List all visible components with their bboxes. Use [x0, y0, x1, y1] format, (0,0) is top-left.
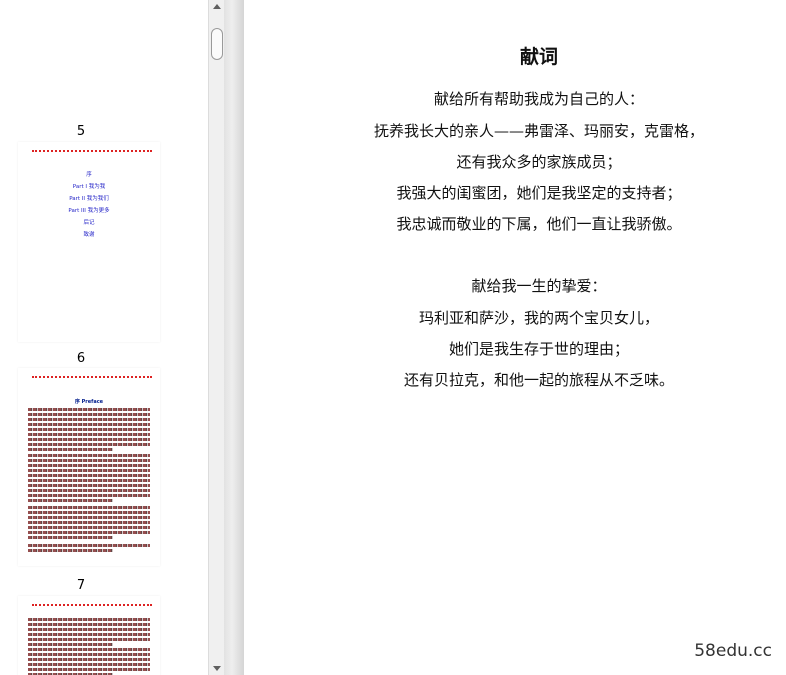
- thumbnail-text-line: [28, 408, 150, 411]
- dedication-line: 玛利亚和萨沙，我的两个宝贝女儿，: [418, 309, 659, 327]
- thumbnail-page-number: 6: [76, 351, 86, 366]
- thumbnail-text-line: [28, 648, 150, 651]
- thumbnail-text-line: [28, 433, 150, 436]
- dedication-line: 还有贝拉克，和他一起的旅程从不乏味。: [403, 371, 674, 389]
- thumbnail-text-line: [28, 428, 150, 431]
- thumbnail-text-line: [28, 668, 150, 671]
- thumbnail-text-line: [28, 521, 150, 524]
- toc-entry[interactable]: 序: [18, 172, 160, 179]
- thumbnail-text-line: [28, 549, 114, 552]
- text-block: [28, 618, 150, 648]
- thumbnail-text-line: [28, 469, 150, 472]
- page-title: 献词: [519, 46, 558, 68]
- dedication-line: 她们是我生存于世的理由；: [448, 340, 629, 358]
- thumbnail-text-line: [28, 438, 150, 441]
- header-rule: [32, 150, 152, 152]
- dedication-line: 我忠诚而敬业的下属，他们一直让我骄傲。: [396, 215, 682, 233]
- thumbnail-text-line: [28, 623, 150, 626]
- thumbnail-text-line: [28, 628, 150, 631]
- thumbnail-text-line: [28, 633, 150, 636]
- thumbnail-text-line: [28, 479, 150, 482]
- thumbnail-page-7[interactable]: [18, 596, 160, 675]
- thumbnail-text-line: [28, 516, 150, 519]
- thumbnail-text-line: [28, 531, 150, 534]
- header-rule: [32, 376, 152, 378]
- thumbnail-text-line: [28, 489, 150, 492]
- panel-splitter[interactable]: [224, 0, 244, 675]
- dedication-line: 还有我众多的家族成员；: [456, 153, 622, 171]
- thumbnail-text-line: [28, 418, 150, 421]
- thumbnail-text-line: [28, 536, 114, 539]
- dedication-line: 我强大的闺蜜团，她们是我坚定的支持者；: [396, 184, 682, 202]
- text-block: [28, 648, 150, 675]
- thumbnail-text-line: [28, 413, 150, 416]
- dedication-line: 献给所有帮助我成为自己的人：: [433, 90, 644, 108]
- toc-entry[interactable]: Part III 我为更多: [18, 208, 160, 215]
- thumbnail-text-line: [28, 443, 150, 446]
- thumbnail-text-line: [28, 423, 150, 426]
- thumbnail-text-line: [28, 618, 150, 621]
- document-page: 献词 献给所有帮助我成为自己的人： 抚养我长大的亲人——弗雷泽、玛丽安，克雷格，…: [244, 0, 786, 675]
- toc-entry[interactable]: 后记: [18, 220, 160, 227]
- thumbnail-text-line: [28, 474, 150, 477]
- text-block: [28, 506, 150, 541]
- thumbnail-text-line: [28, 638, 150, 641]
- thumbnail-text-line: [28, 544, 150, 547]
- thumbnail-text-line: [28, 506, 150, 509]
- scroll-down-arrow-icon[interactable]: [212, 663, 222, 673]
- toc-entry[interactable]: 致谢: [18, 232, 160, 239]
- thumbnail-text-line: [28, 511, 150, 514]
- scroll-up-arrow-icon[interactable]: [212, 2, 222, 12]
- thumbnail-page-number: 5: [76, 124, 86, 139]
- thumbnail-text-line: [28, 499, 114, 502]
- thumbnail-panel[interactable]: 5 序 Part I 我为我 Part II 我为我们 Part III 我为更…: [0, 0, 208, 675]
- thumbnail-page-5[interactable]: 序 Part I 我为我 Part II 我为我们 Part III 我为更多 …: [18, 142, 160, 342]
- dedication-line: 抚养我长大的亲人——弗雷泽、玛丽安，克雷格，: [373, 122, 704, 140]
- dedication-line: 献给我一生的挚爱：: [471, 277, 607, 295]
- text-block: [28, 454, 150, 504]
- thumbnail-text-line: [28, 526, 150, 529]
- thumbnail-text-line: [28, 448, 114, 451]
- thumbnail-text-line: [28, 658, 150, 661]
- thumbnail-text-line: [28, 464, 150, 467]
- thumbnail-page-6[interactable]: 序 Preface: [18, 368, 160, 566]
- vertical-scrollbar[interactable]: [208, 0, 224, 675]
- text-block: [28, 544, 150, 554]
- thumbnail-page-number: 7: [76, 578, 86, 593]
- header-rule: [32, 604, 152, 606]
- toc-entry[interactable]: Part II 我为我们: [18, 196, 160, 203]
- watermark: 58edu.cc: [694, 641, 772, 661]
- thumbnail-text-line: [28, 653, 150, 656]
- toc-entry[interactable]: Part I 我为我: [18, 184, 160, 191]
- thumbnail-heading: 序 Preface: [74, 399, 104, 405]
- thumbnail-text-line: [28, 643, 114, 646]
- thumbnail-text-line: [28, 484, 150, 487]
- text-block: [28, 408, 150, 453]
- thumbnail-text-line: [28, 663, 150, 666]
- thumbnail-text-line: [28, 494, 150, 497]
- thumbnail-text-line: [28, 459, 150, 462]
- thumbnail-text-line: [28, 454, 150, 457]
- scrollbar-thumb[interactable]: [211, 28, 223, 60]
